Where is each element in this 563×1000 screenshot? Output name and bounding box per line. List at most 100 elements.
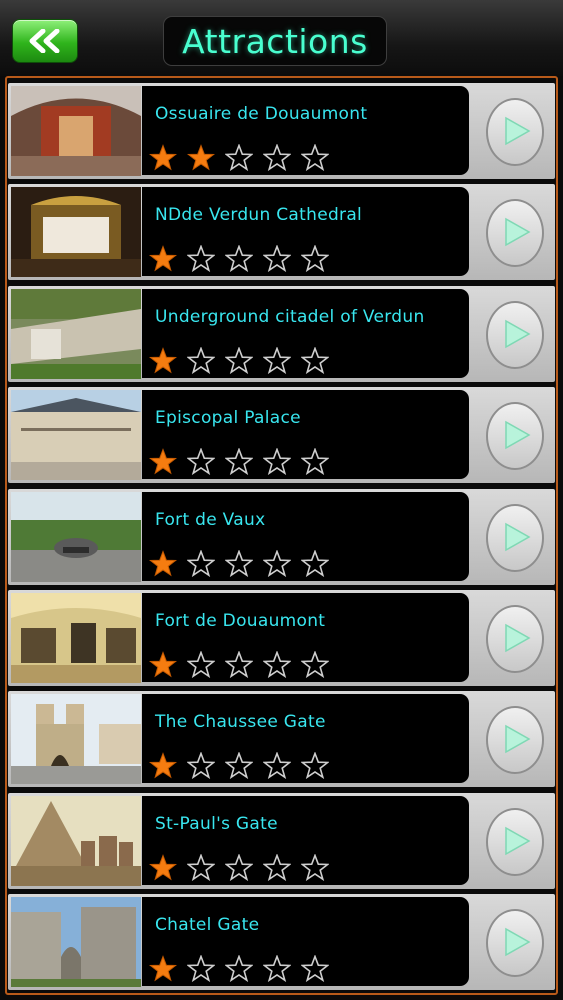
open-detail-button[interactable] — [486, 706, 544, 775]
star-empty-icon — [301, 346, 329, 374]
star-filled-icon — [149, 448, 177, 475]
star-empty-icon — [263, 752, 291, 780]
star-filled-icon — [149, 955, 177, 982]
open-detail-button[interactable] — [486, 503, 544, 572]
play-arrow-icon — [505, 623, 531, 653]
attraction-info-panel: Underground citadel of Verdun — [142, 288, 469, 378]
photo-thumbnail-image — [11, 795, 141, 886]
star-empty-icon — [263, 650, 291, 678]
back-button[interactable] — [12, 19, 78, 63]
attraction-name: Episcopal Palace — [155, 408, 301, 429]
list-item[interactable]: Chatel Gate — [8, 894, 555, 991]
page-title-box: Attractions — [163, 16, 387, 66]
open-detail-button[interactable] — [486, 98, 544, 166]
open-detail-button[interactable] — [486, 807, 544, 876]
star-empty-icon — [301, 245, 329, 273]
photo-thumbnail-image — [11, 288, 141, 379]
attraction-thumbnail — [11, 187, 141, 278]
photo-thumbnail-image — [11, 491, 141, 582]
list-item[interactable]: The Chaussee Gate — [8, 691, 555, 788]
header-bar: Attractions — [0, 0, 563, 76]
photo-thumbnail-image — [11, 86, 141, 176]
attraction-name: Fort de Douaumont — [155, 610, 326, 631]
star-empty-icon — [187, 245, 215, 273]
star-empty-icon — [225, 245, 253, 273]
star-rating — [149, 853, 329, 881]
list-item[interactable]: Ossuaire de Douaumont — [8, 83, 555, 179]
star-empty-icon — [301, 853, 329, 881]
open-detail-button[interactable] — [486, 909, 544, 978]
star-rating — [149, 549, 329, 577]
star-empty-icon — [187, 650, 215, 678]
attraction-info-panel: Episcopal Palace — [142, 390, 469, 480]
play-arrow-icon — [505, 522, 531, 551]
attraction-name: St-Paul's Gate — [155, 813, 278, 834]
attraction-thumbnail — [11, 897, 141, 988]
star-empty-icon — [301, 448, 329, 476]
star-rating — [149, 245, 329, 273]
star-empty-icon — [187, 752, 215, 780]
star-empty-icon — [301, 549, 329, 577]
star-empty-icon — [187, 549, 215, 577]
star-empty-icon — [225, 549, 253, 577]
attraction-name: Underground citadel of Verdun — [155, 306, 425, 327]
attraction-thumbnail — [11, 694, 141, 785]
star-filled-icon — [149, 245, 177, 272]
play-arrow-icon — [505, 927, 531, 957]
star-empty-icon — [301, 144, 329, 171]
list-item[interactable]: Underground citadel of Verdun — [8, 285, 555, 382]
star-filled-icon — [149, 144, 177, 171]
attraction-info-panel: Ossuaire de Douaumont — [142, 86, 469, 175]
play-arrow-icon — [505, 420, 531, 450]
open-detail-button[interactable] — [486, 402, 544, 471]
star-empty-icon — [263, 346, 291, 374]
star-rating — [149, 346, 329, 374]
list-item[interactable]: Fort de Douaumont — [8, 589, 555, 686]
star-empty-icon — [225, 144, 253, 171]
attraction-thumbnail — [11, 795, 141, 886]
attractions-list: Ossuaire de Douaumont NDde Verdun Cathed… — [8, 83, 555, 996]
photo-thumbnail-image — [11, 694, 141, 785]
star-empty-icon — [187, 448, 215, 476]
star-empty-icon — [187, 853, 215, 881]
attraction-name: NDde Verdun Cathedral — [155, 205, 363, 226]
attraction-name: The Chaussee Gate — [155, 712, 326, 733]
star-empty-icon — [225, 752, 253, 780]
star-empty-icon — [263, 245, 291, 273]
photo-thumbnail-image — [11, 897, 141, 988]
open-detail-button[interactable] — [486, 300, 544, 369]
star-empty-icon — [301, 752, 329, 780]
star-empty-icon — [263, 448, 291, 476]
attraction-info-panel: NDde Verdun Cathedral — [142, 187, 469, 277]
double-chevron-left-icon — [29, 29, 60, 53]
attraction-name: Chatel Gate — [155, 915, 260, 936]
star-empty-icon — [187, 346, 215, 374]
play-arrow-icon — [505, 116, 531, 146]
star-filled-icon — [149, 853, 177, 881]
list-item[interactable]: NDde Verdun Cathedral — [8, 184, 555, 281]
star-empty-icon — [225, 346, 253, 374]
star-filled-icon — [149, 549, 177, 576]
photo-thumbnail-image — [11, 390, 141, 481]
photo-thumbnail-image — [11, 592, 141, 683]
star-filled-icon — [187, 144, 215, 171]
list-item[interactable]: Episcopal Palace — [8, 387, 555, 484]
photo-thumbnail-image — [11, 187, 141, 278]
star-empty-icon — [225, 448, 253, 476]
attraction-thumbnail — [11, 288, 141, 379]
open-detail-button[interactable] — [486, 604, 544, 673]
attraction-info-panel: Chatel Gate — [142, 897, 469, 987]
star-rating — [149, 955, 329, 983]
list-item[interactable]: Fort de Vaux — [8, 488, 555, 585]
attraction-info-panel: Fort de Vaux — [142, 491, 469, 581]
play-arrow-icon — [505, 725, 531, 754]
star-empty-icon — [225, 853, 253, 881]
star-empty-icon — [301, 955, 329, 983]
attraction-name: Ossuaire de Douaumont — [155, 104, 368, 124]
list-item[interactable]: St-Paul's Gate — [8, 792, 555, 889]
star-empty-icon — [225, 650, 253, 678]
open-detail-button[interactable] — [486, 199, 544, 268]
star-filled-icon — [149, 346, 177, 374]
star-empty-icon — [225, 955, 253, 983]
star-filled-icon — [149, 752, 177, 779]
